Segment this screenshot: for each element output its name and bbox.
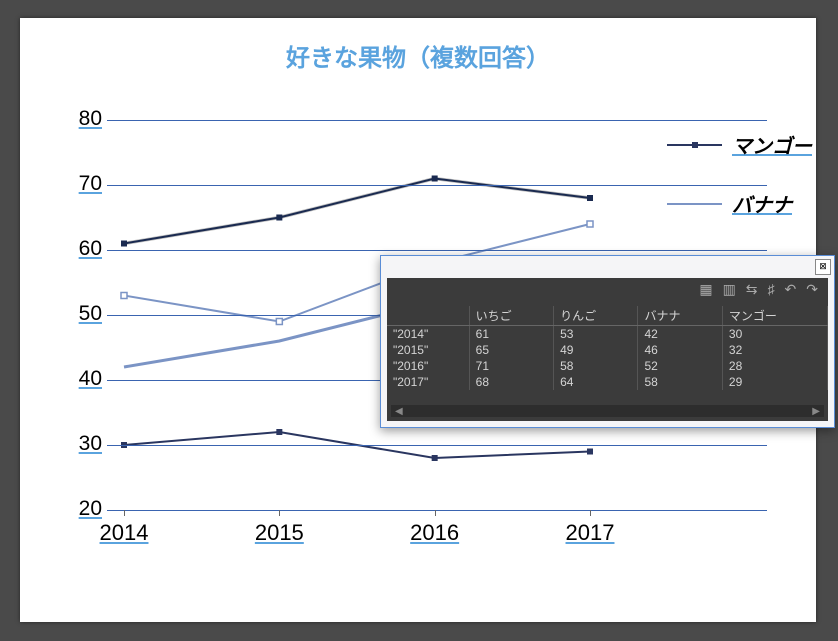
data-table-popup[interactable]: ⊠ ▦▥⇆♯↶↷ いちごりんごバナナマンゴー"2014"61534230"201… <box>380 255 835 428</box>
data-point <box>587 449 593 455</box>
legend-swatch <box>667 203 722 205</box>
legend-item[interactable]: バナナ <box>667 189 812 218</box>
data-cell[interactable]: "2017" <box>387 374 469 390</box>
data-cell[interactable]: 28 <box>722 358 827 374</box>
data-point <box>121 293 127 299</box>
chart-canvas: 好きな果物（複数回答） 20 30 40 50 60 70 80 2014 2015 2016 20… <box>20 18 816 622</box>
legend-swatch <box>667 144 722 146</box>
data-point <box>276 215 282 221</box>
data-cell[interactable]: 49 <box>554 342 638 358</box>
data-point <box>121 241 127 247</box>
grid-line <box>107 120 767 121</box>
scroll-left-icon[interactable]: ◀ <box>395 406 403 417</box>
grid-line <box>107 445 767 446</box>
data-header-cell[interactable]: バナナ <box>638 306 722 326</box>
x-tick-label: 2017 <box>566 520 615 546</box>
legend-label: マンゴー <box>732 130 812 159</box>
legend: マンゴーバナナ <box>667 130 812 248</box>
data-point <box>432 455 438 461</box>
data-cell[interactable]: "2015" <box>387 342 469 358</box>
data-cell[interactable]: 46 <box>638 342 722 358</box>
legend-item[interactable]: マンゴー <box>667 130 812 159</box>
y-tick-label: 70 <box>57 172 102 196</box>
chart-title: 好きな果物（複数回答） <box>20 38 816 73</box>
data-header-cell[interactable]: りんご <box>554 306 638 326</box>
data-cell[interactable]: 61 <box>469 326 553 343</box>
data-table[interactable]: いちごりんごバナナマンゴー"2014"61534230"2015"6549463… <box>387 306 828 390</box>
y-tick-label: 20 <box>57 497 102 521</box>
x-tick <box>435 510 436 516</box>
data-cell[interactable]: 58 <box>554 358 638 374</box>
horizontal-scrollbar[interactable]: ◀ ▶ <box>391 405 824 417</box>
y-tick-label: 60 <box>57 237 102 261</box>
data-cell[interactable]: 53 <box>554 326 638 343</box>
data-cell[interactable]: 42 <box>638 326 722 343</box>
data-cell[interactable]: 52 <box>638 358 722 374</box>
data-point <box>587 195 593 201</box>
data-point <box>276 429 282 435</box>
y-tick-label: 50 <box>57 302 102 326</box>
data-cell[interactable]: 58 <box>638 374 722 390</box>
grid-icon[interactable]: ♯ <box>768 281 775 303</box>
data-cell[interactable]: 65 <box>469 342 553 358</box>
table-icon[interactable]: ▦ <box>699 281 712 303</box>
table-row[interactable]: "2017"68645829 <box>387 374 828 390</box>
undo-icon[interactable]: ↶ <box>785 281 797 303</box>
data-cell[interactable]: 32 <box>722 342 827 358</box>
data-cell[interactable]: "2016" <box>387 358 469 374</box>
data-header-cell[interactable]: いちご <box>469 306 553 326</box>
data-header-cell[interactable] <box>387 306 469 326</box>
y-tick-label: 80 <box>57 107 102 131</box>
data-point <box>432 176 438 182</box>
x-tick-label: 2016 <box>410 520 459 546</box>
y-tick-label: 30 <box>57 432 102 456</box>
y-tick-label: 40 <box>57 367 102 391</box>
grid-line <box>107 250 767 251</box>
data-point <box>587 221 593 227</box>
table-row[interactable]: "2016"71585228 <box>387 358 828 374</box>
data-cell[interactable]: 68 <box>469 374 553 390</box>
x-tick-label: 2015 <box>255 520 304 546</box>
table-row[interactable]: "2014"61534230 <box>387 326 828 343</box>
data-point <box>276 319 282 325</box>
x-tick <box>124 510 125 516</box>
data-cell[interactable]: "2014" <box>387 326 469 343</box>
column-icon[interactable]: ▥ <box>723 281 736 303</box>
close-icon[interactable]: ⊠ <box>815 259 831 275</box>
x-tick <box>590 510 591 516</box>
data-cell[interactable]: 71 <box>469 358 553 374</box>
data-cell[interactable]: 64 <box>554 374 638 390</box>
grid-line <box>107 510 767 511</box>
table-row[interactable]: "2015"65494632 <box>387 342 828 358</box>
redo-icon[interactable]: ↷ <box>806 281 818 303</box>
scroll-right-icon[interactable]: ▶ <box>812 406 820 417</box>
data-header-cell[interactable]: マンゴー <box>722 306 827 326</box>
data-table-panel: ▦▥⇆♯↶↷ いちごりんごバナナマンゴー"2014"61534230"2015"… <box>387 278 828 421</box>
swap-icon[interactable]: ⇆ <box>746 281 758 303</box>
legend-label: バナナ <box>732 189 792 218</box>
data-cell[interactable]: 29 <box>722 374 827 390</box>
x-tick <box>279 510 280 516</box>
series-line-いちご <box>124 179 590 244</box>
data-cell[interactable]: 30 <box>722 326 827 343</box>
x-tick-label: 2014 <box>100 520 149 546</box>
data-toolbar: ▦ ▥ ⇆ ♯ ↶ ↷ <box>387 278 828 306</box>
